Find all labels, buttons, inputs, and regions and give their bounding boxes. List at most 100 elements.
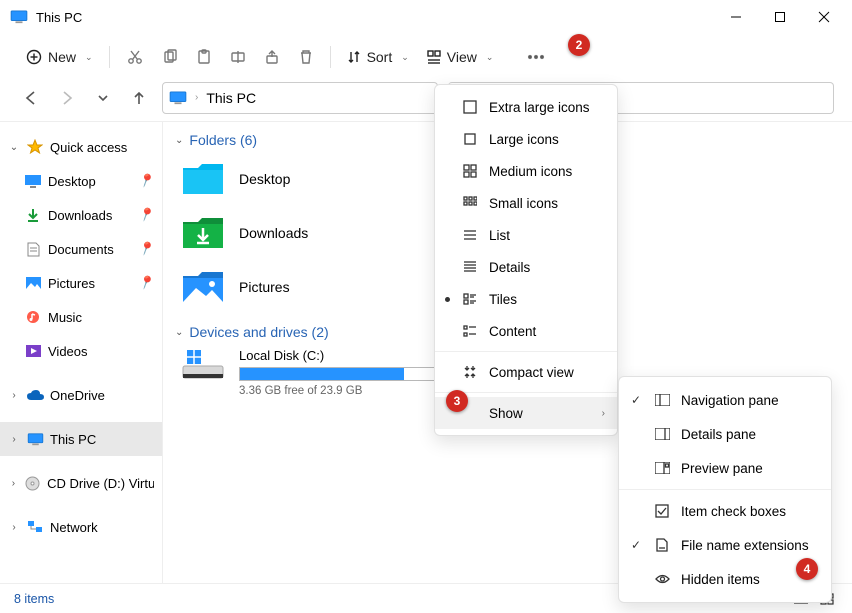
sidebar-item-label: This PC xyxy=(50,432,96,447)
new-label: New xyxy=(48,49,76,65)
minimize-button[interactable] xyxy=(714,2,758,32)
checked-indicator xyxy=(445,297,450,302)
maximize-button[interactable] xyxy=(758,2,802,32)
menu-item-large-icons[interactable]: Large icons xyxy=(435,123,617,155)
sidebar-network[interactable]: › Network xyxy=(0,510,162,544)
drive-name: Local Disk (C:) xyxy=(239,348,437,363)
submenu-item-file-extensions[interactable]: ✓ File name extensions xyxy=(619,528,831,562)
submenu-item-details-pane[interactable]: Details pane xyxy=(619,417,831,451)
sidebar-item-label: Desktop xyxy=(48,174,96,189)
documents-icon xyxy=(24,241,42,257)
sidebar-item-downloads[interactable]: Downloads 📍 xyxy=(0,198,162,232)
sidebar-item-pictures[interactable]: Pictures 📍 xyxy=(0,266,162,300)
menu-item-label: Compact view xyxy=(489,365,574,380)
expand-icon[interactable]: › xyxy=(8,478,19,489)
address-row: › This PC xyxy=(0,80,852,122)
this-pc-icon xyxy=(10,10,28,24)
folder-icon xyxy=(181,160,225,198)
sidebar-item-label: Quick access xyxy=(50,140,127,155)
titlebar: This PC xyxy=(0,0,852,34)
address-location: This PC xyxy=(206,90,256,106)
submenu-item-label: Navigation pane xyxy=(681,393,779,408)
paste-button[interactable] xyxy=(188,41,220,73)
medium-icons-icon xyxy=(461,163,479,179)
drive-usage-bar xyxy=(239,367,437,381)
back-button[interactable] xyxy=(18,84,44,112)
sidebar-item-desktop[interactable]: Desktop 📍 xyxy=(0,164,162,198)
expand-icon[interactable]: › xyxy=(8,434,20,445)
separator xyxy=(330,46,331,68)
group-label: Devices and drives (2) xyxy=(189,324,328,340)
menu-item-content[interactable]: Content xyxy=(435,315,617,347)
menu-item-compact-view[interactable]: Compact view xyxy=(435,356,617,388)
this-pc-icon xyxy=(169,91,187,105)
close-button[interactable] xyxy=(802,2,846,32)
eye-icon xyxy=(653,571,671,587)
sidebar-item-label: Pictures xyxy=(48,276,95,291)
sidebar-quick-access[interactable]: ⌄ Quick access xyxy=(0,130,162,164)
sidebar-item-label: Music xyxy=(48,310,82,325)
chevron-down-icon: ⌄ xyxy=(486,52,494,63)
menu-item-details[interactable]: Details xyxy=(435,251,617,283)
toolbar: New ⌄ Sort ⌄ View ⌄ xyxy=(0,34,852,80)
sidebar-item-label: Documents xyxy=(48,242,114,257)
menu-item-small-icons[interactable]: Small icons xyxy=(435,187,617,219)
menu-item-medium-icons[interactable]: Medium icons xyxy=(435,155,617,187)
compact-icon xyxy=(461,364,479,380)
sidebar-item-label: Network xyxy=(50,520,98,535)
pin-icon: 📍 xyxy=(136,205,157,226)
folder-label: Downloads xyxy=(239,225,308,241)
disc-icon xyxy=(25,475,41,491)
sidebar-item-label: Downloads xyxy=(48,208,112,223)
sidebar-item-label: CD Drive (D:) Virtual xyxy=(47,476,154,491)
drive-icon xyxy=(181,348,225,384)
menu-item-extra-large-icons[interactable]: Extra large icons xyxy=(435,91,617,123)
menu-item-label: Tiles xyxy=(489,292,517,307)
check-icon: ✓ xyxy=(629,538,643,552)
forward-button[interactable] xyxy=(54,84,80,112)
annotation-2: 2 xyxy=(568,34,590,56)
sidebar-item-music[interactable]: Music xyxy=(0,300,162,334)
sidebar-item-documents[interactable]: Documents 📍 xyxy=(0,232,162,266)
menu-separator xyxy=(619,489,831,490)
up-button[interactable] xyxy=(126,84,152,112)
menu-item-tiles[interactable]: Tiles xyxy=(435,283,617,315)
more-button[interactable] xyxy=(519,41,553,73)
folder-label: Desktop xyxy=(239,171,290,187)
cut-button[interactable] xyxy=(118,41,152,73)
new-button[interactable]: New ⌄ xyxy=(18,41,101,73)
submenu-item-label: Item check boxes xyxy=(681,504,786,519)
collapse-icon[interactable]: ⌄ xyxy=(8,142,20,153)
large-icons-icon xyxy=(461,131,479,147)
details-icon xyxy=(461,259,479,275)
star-icon xyxy=(26,139,44,155)
menu-item-list[interactable]: List xyxy=(435,219,617,251)
submenu-item-check-boxes[interactable]: Item check boxes xyxy=(619,494,831,528)
recent-button[interactable] xyxy=(90,84,116,112)
drive-info: Local Disk (C:) 3.36 GB free of 23.9 GB xyxy=(239,348,437,397)
submenu-item-label: File name extensions xyxy=(681,538,809,553)
navigation-pane: ⌄ Quick access Desktop 📍 Downloads 📍 Doc… xyxy=(0,122,163,583)
menu-item-label: Content xyxy=(489,324,536,339)
view-button[interactable]: View ⌄ xyxy=(419,41,502,73)
window-title: This PC xyxy=(36,10,82,25)
menu-item-label: Show xyxy=(489,406,523,421)
sort-button[interactable]: Sort ⌄ xyxy=(339,41,417,73)
annotation-3: 3 xyxy=(446,390,468,412)
address-bar[interactable]: › This PC xyxy=(162,82,438,114)
share-button[interactable] xyxy=(256,41,288,73)
status-text: 8 items xyxy=(14,592,54,606)
sidebar-this-pc[interactable]: › This PC xyxy=(0,422,162,456)
submenu-item-navigation-pane[interactable]: ✓ Navigation pane xyxy=(619,383,831,417)
expand-icon[interactable]: › xyxy=(8,390,20,401)
expand-icon[interactable]: › xyxy=(8,522,20,533)
menu-item-label: Details xyxy=(489,260,530,275)
sidebar-onedrive[interactable]: › OneDrive xyxy=(0,378,162,412)
delete-button[interactable] xyxy=(290,41,322,73)
rename-button[interactable] xyxy=(222,41,254,73)
sidebar-item-videos[interactable]: Videos xyxy=(0,334,162,368)
sidebar-cd-drive[interactable]: › CD Drive (D:) Virtual xyxy=(0,466,162,500)
copy-button[interactable] xyxy=(154,41,186,73)
pin-icon: 📍 xyxy=(136,273,157,294)
submenu-item-preview-pane[interactable]: Preview pane xyxy=(619,451,831,485)
